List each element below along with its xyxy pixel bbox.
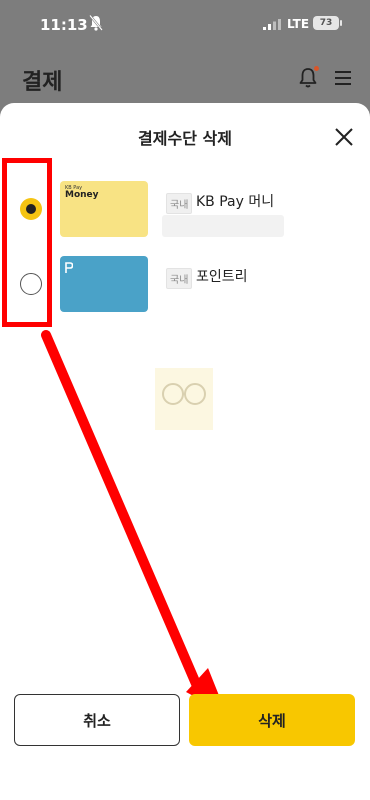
kbpay-card-image: KB Pay Money — [60, 181, 148, 237]
page-title: 결제 — [22, 70, 63, 95]
hamburger-menu-icon[interactable] — [333, 70, 353, 86]
battery-icon: 73 — [313, 16, 342, 30]
status-bar: 11:13 LTE 73 — [0, 0, 370, 50]
sheet-title: 결제수단 삭제 — [138, 129, 232, 148]
payment-method-name: 포인트리 — [196, 269, 248, 285]
glasses-watermark-icon — [162, 383, 206, 405]
payment-method-name: KB Pay 머니 — [196, 194, 275, 210]
close-icon[interactable] — [334, 127, 354, 147]
network-label: LTE — [287, 17, 310, 31]
payment-method-row-pointree[interactable]: 국내 포인트리 — [0, 256, 370, 316]
pointree-logo-icon — [65, 262, 73, 273]
pointree-card-image — [60, 256, 148, 312]
bell-mute-icon — [89, 14, 103, 31]
payment-method-row-kbpay[interactable]: KB Pay Money 국내 KB Pay 머니 — [0, 181, 370, 241]
notification-dot — [314, 66, 319, 71]
delete-button[interactable]: 삭제 — [189, 694, 355, 746]
watermark-image — [155, 368, 213, 430]
masked-detail — [162, 215, 284, 237]
annotation-highlight-box — [2, 158, 52, 327]
domestic-badge: 국내 — [166, 193, 193, 214]
domestic-badge: 국내 — [166, 268, 193, 289]
card-brand: Money — [65, 190, 99, 200]
cancel-button[interactable]: 취소 — [14, 694, 180, 746]
status-time: 11:13 — [40, 16, 88, 34]
signal-icon — [263, 19, 281, 30]
